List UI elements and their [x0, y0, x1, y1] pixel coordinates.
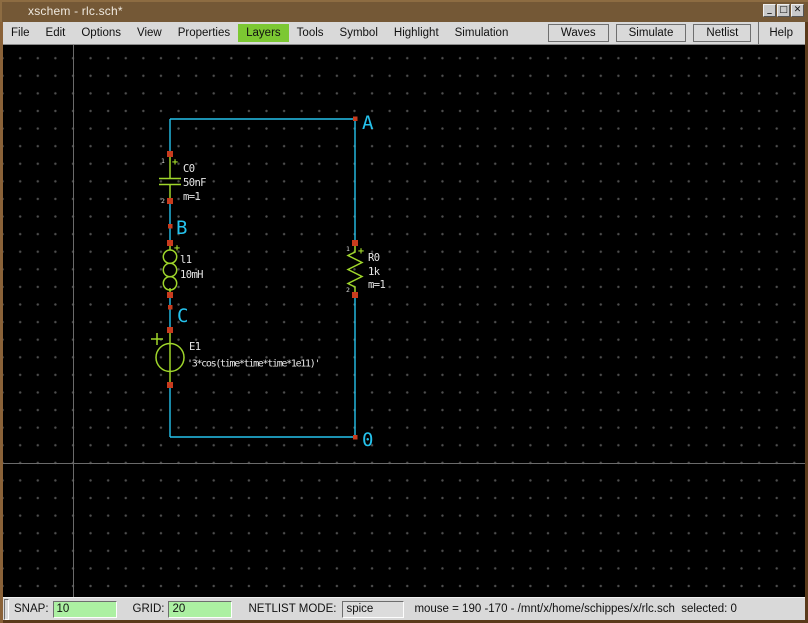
netlist-mode-input[interactable]: spice: [342, 601, 404, 618]
xschem-window: xschem - rlc.sch* _ □ ✕ File Edit Option…: [0, 0, 808, 623]
inductor-loop-3[interactable]: [163, 277, 176, 290]
resistor-ref[interactable]: R0: [368, 252, 380, 264]
inductor-ref[interactable]: l1: [180, 254, 192, 266]
vsource-pin-minus[interactable]: [167, 382, 173, 388]
maximize-icon[interactable]: □: [777, 4, 790, 17]
net-label-b[interactable]: B: [176, 217, 187, 239]
statusbar: SNAP: 10 GRID: 20 NETLIST MODE: spice mo…: [3, 597, 805, 620]
menu-file[interactable]: File: [3, 24, 38, 42]
menu-view[interactable]: View: [129, 24, 170, 42]
minimize-icon[interactable]: _: [763, 4, 776, 17]
menu-help[interactable]: Help: [758, 22, 805, 44]
net-label-a[interactable]: A: [362, 112, 374, 134]
net-labels: A B C 0: [176, 112, 374, 451]
capacitor-pin2-number: 2: [161, 197, 165, 205]
vsource-pin-plus[interactable]: [167, 327, 173, 333]
resistor-pin2-number: 2: [346, 286, 350, 294]
snap-input[interactable]: 10: [53, 601, 117, 618]
net-label-gnd[interactable]: 0: [362, 429, 373, 451]
resistor-param[interactable]: m=1: [368, 279, 385, 291]
vsource-ref[interactable]: E1: [189, 341, 201, 353]
net-label-c[interactable]: C: [177, 305, 187, 327]
resistor-pin-1[interactable]: [352, 240, 358, 246]
resistor-value[interactable]: 1k: [368, 266, 381, 278]
capacitor-pin-1[interactable]: [167, 151, 173, 157]
vsource-plus-mark[interactable]: [151, 333, 163, 345]
waves-button[interactable]: Waves: [548, 24, 609, 42]
capacitor-pin-2[interactable]: [167, 198, 173, 204]
resistor-plus: +: [358, 246, 364, 257]
menu-symbol[interactable]: Symbol: [332, 24, 386, 42]
menu-layers[interactable]: Layers: [238, 24, 289, 42]
net-label-pin-a[interactable]: [353, 117, 358, 122]
vsource-symbol[interactable]: [151, 330, 184, 385]
statusbar-grip: [4, 599, 9, 620]
grid-label: GRID:: [133, 603, 165, 615]
snap-label: SNAP:: [14, 603, 49, 615]
menu-tools[interactable]: Tools: [289, 24, 332, 42]
net-label-pin-0[interactable]: [353, 435, 358, 440]
plus-marks: + + +: [172, 157, 364, 257]
rlc-schematic: + + + 1 2: [3, 45, 805, 597]
window-controls: _ □ ✕: [763, 4, 804, 17]
resistor-pin1-number: 1: [346, 245, 350, 253]
inductor-plus: +: [174, 243, 180, 254]
mouse-status-text: mouse = 190 -170 - /mnt/x/home/schippes/…: [414, 603, 736, 615]
vsource-value[interactable]: '3*cos(time*time*time*1e11)': [187, 359, 319, 370]
net-label-pin-b[interactable]: [168, 224, 173, 229]
capacitor-pin1-number: 1: [161, 157, 165, 165]
close-icon[interactable]: ✕: [791, 4, 804, 17]
menu-properties[interactable]: Properties: [170, 24, 238, 42]
menu-options[interactable]: Options: [73, 24, 129, 42]
titlebar[interactable]: xschem - rlc.sch* _ □ ✕: [0, 0, 808, 22]
menu-simulation[interactable]: Simulation: [447, 24, 517, 42]
capacitor-param[interactable]: m=1: [183, 191, 200, 203]
resistor-pin-2[interactable]: [352, 292, 358, 298]
menu-edit[interactable]: Edit: [38, 24, 74, 42]
window-title: xschem - rlc.sch*: [28, 4, 123, 18]
inductor-loop-2[interactable]: [163, 263, 176, 276]
netlist-button[interactable]: Netlist: [693, 24, 751, 42]
capacitor-value[interactable]: 50nF: [183, 177, 206, 189]
inductor-pin-1[interactable]: [167, 240, 173, 246]
menu-highlight[interactable]: Highlight: [386, 24, 447, 42]
net-label-pin-c[interactable]: [168, 305, 173, 310]
schematic-canvas[interactable]: + + + 1 2: [3, 45, 805, 597]
simulate-button[interactable]: Simulate: [616, 24, 687, 42]
inductor-value[interactable]: 10mH: [180, 269, 203, 281]
inductor-pin-2[interactable]: [167, 292, 173, 298]
netlist-mode-label: NETLIST MODE:: [248, 603, 336, 615]
grid-input[interactable]: 20: [168, 601, 232, 618]
capacitor-ref[interactable]: C0: [183, 163, 195, 175]
menubar: File Edit Options View Properties Layers…: [3, 22, 805, 45]
capacitor-plus: +: [172, 157, 178, 168]
